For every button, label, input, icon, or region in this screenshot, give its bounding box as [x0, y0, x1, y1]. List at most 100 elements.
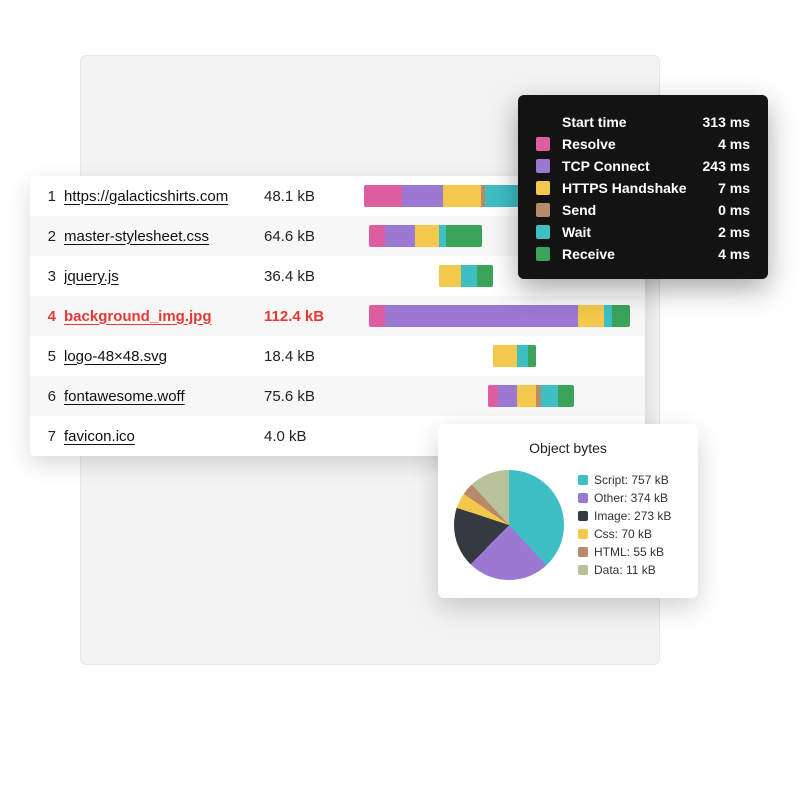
request-size: 36.4 kB: [264, 268, 364, 285]
waterfall-bar[interactable]: [369, 305, 630, 327]
resolve-segment: [369, 305, 385, 327]
timing-row: Wait 2 ms: [536, 221, 750, 243]
timing-tooltip: Start time 313 ms Resolve 4 ms TCP Connect 24…: [518, 95, 768, 279]
waterfall-track: [364, 385, 633, 407]
timing-label: Start time: [562, 114, 695, 130]
timing-row: HTTPS Handshake 7 ms: [536, 177, 750, 199]
waterfall-track: [364, 305, 633, 327]
request-name-link[interactable]: logo-48×48.svg: [64, 348, 264, 365]
waterfall-track: [364, 345, 633, 367]
resolve-segment: [488, 385, 498, 407]
receive-swatch: [536, 247, 550, 261]
table-row[interactable]: 4background_img.jpg112.4 kB: [30, 296, 645, 336]
row-index: 6: [30, 388, 64, 405]
tcp-segment: [498, 385, 517, 407]
row-index: 2: [30, 228, 64, 245]
timing-value: 313 ms: [703, 114, 750, 130]
wait-segment: [439, 225, 446, 247]
timing-value: 4 ms: [718, 246, 750, 262]
request-size: 4.0 kB: [264, 428, 364, 445]
request-name-link[interactable]: https://galacticshirts.com: [64, 188, 264, 205]
https-segment: [578, 305, 604, 327]
timing-label: TCP Connect: [562, 158, 695, 174]
wait-segment: [461, 265, 477, 287]
https-segment: [493, 345, 517, 367]
request-size: 75.6 kB: [264, 388, 364, 405]
request-name-link[interactable]: jquery.js: [64, 268, 264, 285]
timing-value: 2 ms: [718, 224, 750, 240]
request-size: 48.1 kB: [264, 188, 364, 205]
request-name-link[interactable]: fontawesome.woff: [64, 388, 264, 405]
timing-label: Wait: [562, 224, 710, 240]
request-size: 64.6 kB: [264, 228, 364, 245]
https-swatch: [536, 181, 550, 195]
legend-row: HTML: 55 kB: [578, 543, 671, 561]
timing-value: 243 ms: [703, 158, 750, 174]
https-segment: [517, 385, 536, 407]
row-index: 3: [30, 268, 64, 285]
timing-row: Send 0 ms: [536, 199, 750, 221]
waterfall-bar[interactable]: [369, 225, 482, 247]
resolve-segment: [364, 185, 402, 207]
legend-label: Css: 70 kB: [594, 525, 652, 543]
request-size: 18.4 kB: [264, 348, 364, 365]
request-name-link[interactable]: master-stylesheet.css: [64, 228, 264, 245]
receive-segment: [612, 305, 630, 327]
wait-segment: [485, 185, 519, 207]
resolve-swatch: [536, 137, 550, 151]
tcp-segment: [402, 185, 443, 207]
timing-row: Receive 4 ms: [536, 243, 750, 265]
timing-label: HTTPS Handshake: [562, 180, 710, 196]
blank-swatch: [536, 115, 550, 129]
waterfall-bar[interactable]: [439, 265, 493, 287]
table-row[interactable]: 5logo-48×48.svg18.4 kB: [30, 336, 645, 376]
receive-segment: [528, 345, 537, 367]
legend-swatch: [578, 493, 588, 503]
timing-row: Resolve 4 ms: [536, 133, 750, 155]
legend-swatch: [578, 475, 588, 485]
legend-row: Other: 374 kB: [578, 489, 671, 507]
legend-row: Image: 273 kB: [578, 507, 671, 525]
wait-swatch: [536, 225, 550, 239]
https-segment: [415, 225, 440, 247]
legend-swatch: [578, 547, 588, 557]
legend-row: Script: 757 kB: [578, 471, 671, 489]
request-size: 112.4 kB: [264, 308, 364, 325]
row-index: 1: [30, 188, 64, 205]
timing-row: Start time 313 ms: [536, 111, 750, 133]
receive-segment: [477, 265, 493, 287]
pie-chart: [454, 470, 564, 580]
timing-value: 0 ms: [718, 202, 750, 218]
timing-value: 7 ms: [718, 180, 750, 196]
wait-segment: [541, 385, 558, 407]
pie-legend: Script: 757 kBOther: 374 kBImage: 273 kB…: [578, 471, 671, 579]
row-index: 4: [30, 308, 64, 325]
timing-label: Receive: [562, 246, 710, 262]
wait-segment: [604, 305, 612, 327]
object-bytes-title: Object bytes: [454, 440, 682, 456]
timing-label: Resolve: [562, 136, 710, 152]
tcp-swatch: [536, 159, 550, 173]
timing-row: TCP Connect 243 ms: [536, 155, 750, 177]
waterfall-bar[interactable]: [488, 385, 574, 407]
object-bytes-panel: Object bytes Script: 757 kBOther: 374 kB…: [438, 424, 698, 598]
tcp-segment: [385, 225, 414, 247]
timing-label: Send: [562, 202, 710, 218]
waterfall-bar[interactable]: [493, 345, 536, 367]
request-name-link[interactable]: favicon.ico: [64, 428, 264, 445]
request-name-link[interactable]: background_img.jpg: [64, 308, 264, 325]
wait-segment: [517, 345, 528, 367]
legend-label: Image: 273 kB: [594, 507, 671, 525]
legend-swatch: [578, 511, 588, 521]
https-segment: [439, 265, 461, 287]
table-row[interactable]: 6fontawesome.woff75.6 kB: [30, 376, 645, 416]
legend-row: Css: 70 kB: [578, 525, 671, 543]
resolve-segment: [369, 225, 385, 247]
legend-swatch: [578, 529, 588, 539]
timing-value: 4 ms: [718, 136, 750, 152]
https-segment: [443, 185, 481, 207]
receive-segment: [558, 385, 573, 407]
legend-label: Data: 11 kB: [594, 561, 656, 579]
legend-label: Script: 757 kB: [594, 471, 669, 489]
receive-segment: [446, 225, 482, 247]
